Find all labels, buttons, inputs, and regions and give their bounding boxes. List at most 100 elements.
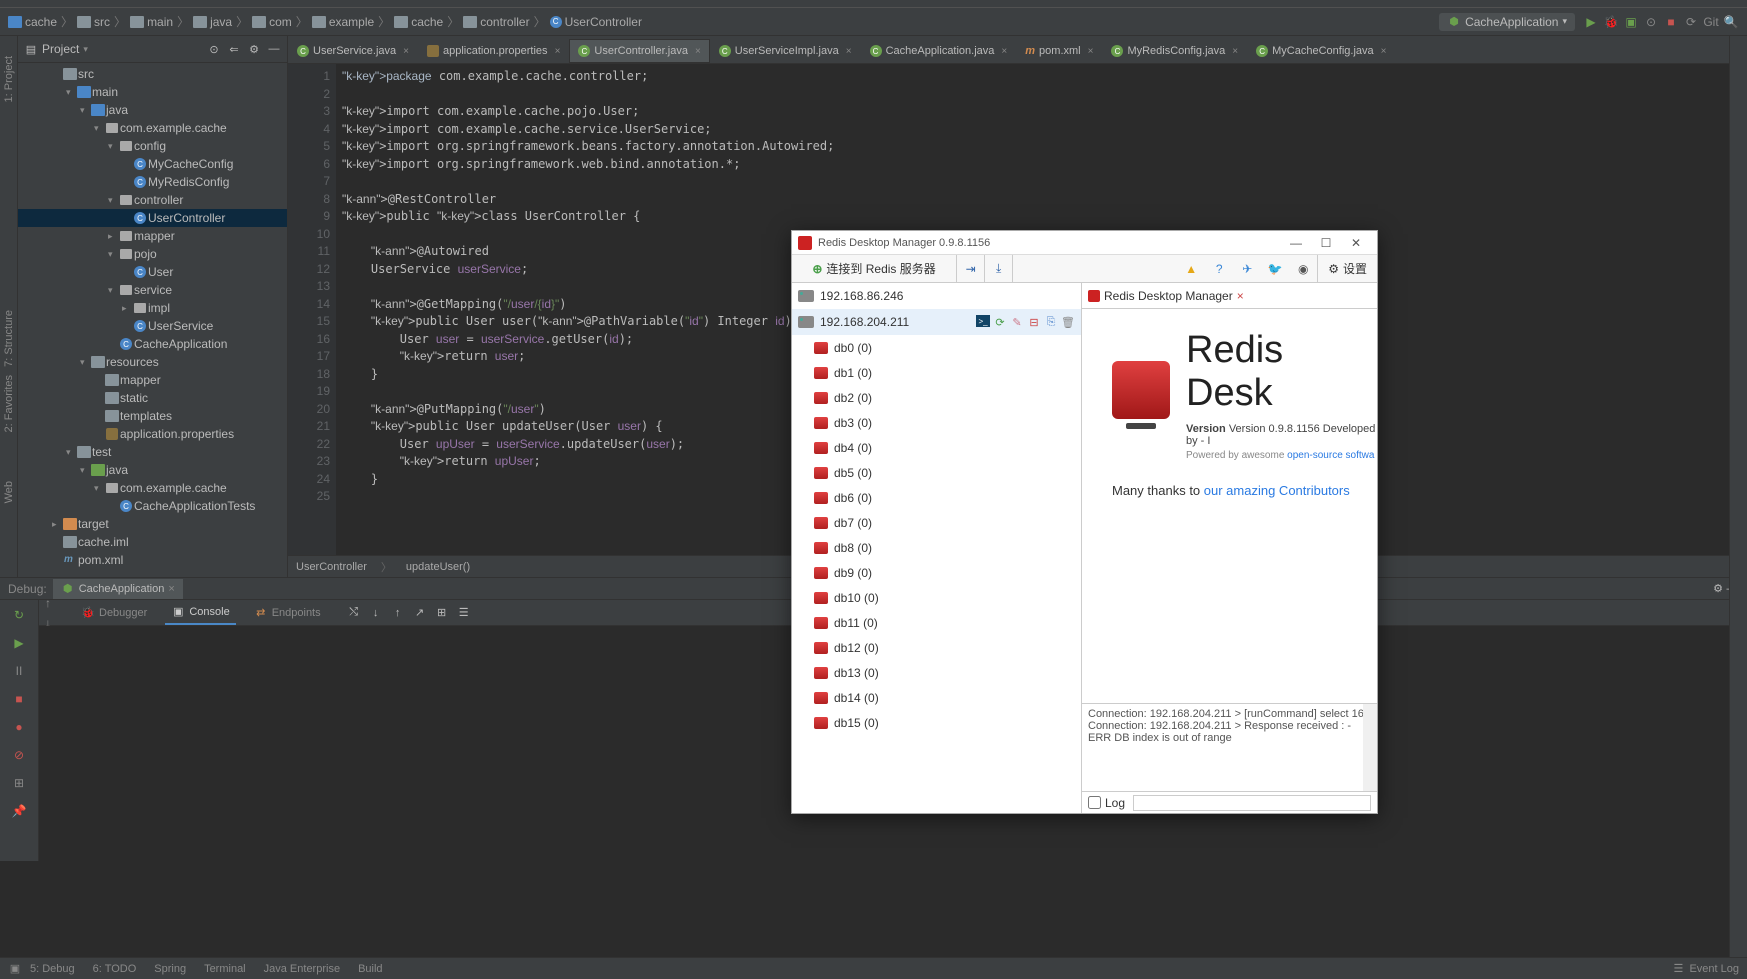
redis-db-item[interactable]: db5 (0) xyxy=(792,460,1081,485)
tree-node[interactable]: cache.iml xyxy=(18,533,287,551)
twitter-icon[interactable]: 🐦 xyxy=(1261,255,1289,282)
reload-icon[interactable]: ⟳ xyxy=(993,315,1007,329)
breadcrumb-item[interactable]: cache xyxy=(394,15,443,29)
redis-server-item[interactable]: 192.168.86.246 xyxy=(792,283,1081,309)
status-item[interactable]: 5: Debug xyxy=(30,963,75,975)
resume-button[interactable]: ▶ xyxy=(10,634,28,652)
close-button[interactable]: ✕ xyxy=(1341,236,1371,250)
close-icon[interactable]: × xyxy=(1001,46,1007,57)
tree-node[interactable]: mpom.xml xyxy=(18,551,287,569)
tree-node[interactable]: ▸target xyxy=(18,515,287,533)
tree-node[interactable]: ▾java xyxy=(18,101,287,119)
redis-db-item[interactable]: db13 (0) xyxy=(792,660,1081,685)
redis-window[interactable]: Redis Desktop Manager 0.9.8.1156 — ☐ ✕ ⊕… xyxy=(791,230,1378,814)
breakpoints-button[interactable]: ● xyxy=(10,718,28,736)
export-button[interactable]: ⤓ xyxy=(985,255,1013,282)
tree-node[interactable]: CUser xyxy=(18,263,287,281)
tree-node[interactable]: ▾com.example.cache xyxy=(18,479,287,497)
tree-node[interactable]: ▾com.example.cache xyxy=(18,119,287,137)
tree-node[interactable]: ▾pojo xyxy=(18,245,287,263)
tree-node[interactable]: ▾java xyxy=(18,461,287,479)
debugger-tab[interactable]: 🐞 Debugger xyxy=(75,602,153,624)
tree-node[interactable]: ▾resources xyxy=(18,353,287,371)
tree-node[interactable]: ▾service xyxy=(18,281,287,299)
run-config-dropdown[interactable]: ⬢ CacheApplication ▾ xyxy=(1439,13,1575,31)
breadcrumb-item[interactable]: src xyxy=(77,15,110,29)
up-stack-icon[interactable]: ↑ xyxy=(45,596,63,610)
tree-node[interactable]: ▸impl xyxy=(18,299,287,317)
tree-node[interactable]: CMyRedisConfig xyxy=(18,173,287,191)
close-icon[interactable]: × xyxy=(555,46,561,57)
crumb-class[interactable]: UserController xyxy=(296,561,367,573)
tree-node[interactable]: ▾main xyxy=(18,83,287,101)
help-icon[interactable]: ? xyxy=(1205,255,1233,282)
telegram-icon[interactable]: ✈ xyxy=(1233,255,1261,282)
pin-button[interactable]: 📌 xyxy=(10,802,28,820)
redis-db-item[interactable]: db3 (0) xyxy=(792,410,1081,435)
redis-db-item[interactable]: db4 (0) xyxy=(792,435,1081,460)
minimize-button[interactable]: — xyxy=(1281,236,1311,250)
redis-server-item[interactable]: 192.168.204.211 >_ ⟳ ✎ ⊟ ⎘ 🗑 xyxy=(792,309,1081,335)
close-icon[interactable]: × xyxy=(168,583,174,595)
tree-node[interactable]: CUserController xyxy=(18,209,287,227)
tree-node[interactable]: CUserService xyxy=(18,317,287,335)
edit-icon[interactable]: ✎ xyxy=(1010,315,1024,329)
sidebar-tab-favorites[interactable]: 2: Favorites xyxy=(3,375,15,432)
close-icon[interactable]: × xyxy=(403,46,409,57)
update-button[interactable]: ⟳ xyxy=(1681,12,1701,32)
profile-button[interactable]: ⊙ xyxy=(1641,12,1661,32)
pause-button[interactable]: II xyxy=(10,662,28,680)
editor-tab[interactable]: CMyRedisConfig.java× xyxy=(1102,39,1247,63)
breadcrumb-item[interactable]: controller xyxy=(463,15,529,29)
tree-node[interactable]: CMyCacheConfig xyxy=(18,155,287,173)
redis-titlebar[interactable]: Redis Desktop Manager 0.9.8.1156 — ☐ ✕ xyxy=(792,231,1377,255)
close-icon[interactable]: × xyxy=(846,46,852,57)
step-over-icon[interactable]: ⤭ xyxy=(347,606,361,620)
tree-node[interactable]: CCacheApplication xyxy=(18,335,287,353)
tree-node[interactable]: ▾config xyxy=(18,137,287,155)
gear-icon[interactable]: ⚙ xyxy=(247,42,261,56)
editor-tab[interactable]: CCacheApplication.java× xyxy=(861,39,1017,63)
connect-button[interactable]: ⊕ 连接到 Redis 服务器 xyxy=(792,255,957,282)
collapse-icon[interactable]: ⇐ xyxy=(227,42,241,56)
log-filter-input[interactable] xyxy=(1133,795,1371,811)
search-button[interactable]: 🔍 xyxy=(1721,12,1741,32)
editor-tab[interactable]: mpom.xml× xyxy=(1016,39,1102,63)
close-icon[interactable]: × xyxy=(1237,289,1244,303)
star-icon[interactable]: ◉ xyxy=(1289,255,1317,282)
delete-icon[interactable]: ⊟ xyxy=(1027,315,1041,329)
breadcrumb-item[interactable]: CUserController xyxy=(550,15,642,29)
breadcrumb-item[interactable]: java xyxy=(193,15,232,29)
debug-button[interactable]: 🐞 xyxy=(1601,12,1621,32)
breadcrumb-item[interactable]: com xyxy=(252,15,292,29)
tree-node[interactable]: CCacheApplicationTests xyxy=(18,497,287,515)
vcs-button[interactable]: Git xyxy=(1701,12,1721,32)
layout-button[interactable]: ⊞ xyxy=(10,774,28,792)
redis-db-item[interactable]: db12 (0) xyxy=(792,635,1081,660)
redis-db-item[interactable]: db11 (0) xyxy=(792,610,1081,635)
mute-button[interactable]: ⊘ xyxy=(10,746,28,764)
redis-log-text[interactable]: Connection: 192.168.204.211 > [runComman… xyxy=(1082,704,1377,791)
breadcrumb-item[interactable]: example xyxy=(312,15,374,29)
tree-node[interactable]: mapper xyxy=(18,371,287,389)
tree-node[interactable]: src xyxy=(18,65,287,83)
redis-db-item[interactable]: db7 (0) xyxy=(792,510,1081,535)
event-log-button[interactable]: Event Log xyxy=(1689,963,1739,975)
sidebar-tab-project[interactable]: 1: Project xyxy=(3,56,15,102)
gear-icon[interactable]: ⚙ xyxy=(1711,582,1725,596)
maximize-button[interactable]: ☐ xyxy=(1311,236,1341,250)
status-item[interactable]: Terminal xyxy=(204,963,246,975)
copy-icon[interactable]: ⎘ xyxy=(1044,315,1058,329)
tree-node[interactable]: ▸mapper xyxy=(18,227,287,245)
run-to-cursor-icon[interactable]: ↗ xyxy=(413,606,427,620)
editor-tab[interactable]: CUserServiceImpl.java× xyxy=(710,39,861,63)
import-button[interactable]: ⇥ xyxy=(957,255,985,282)
coverage-button[interactable]: ▣ xyxy=(1621,12,1641,32)
redis-db-item[interactable]: db1 (0) xyxy=(792,360,1081,385)
breadcrumb-item[interactable]: cache xyxy=(8,15,57,29)
status-item[interactable]: 6: TODO xyxy=(93,963,137,975)
redis-db-item[interactable]: db14 (0) xyxy=(792,685,1081,710)
tree-node[interactable]: static xyxy=(18,389,287,407)
alert-icon[interactable]: ▲ xyxy=(1177,255,1205,282)
terminal-icon[interactable]: >_ xyxy=(976,315,990,327)
